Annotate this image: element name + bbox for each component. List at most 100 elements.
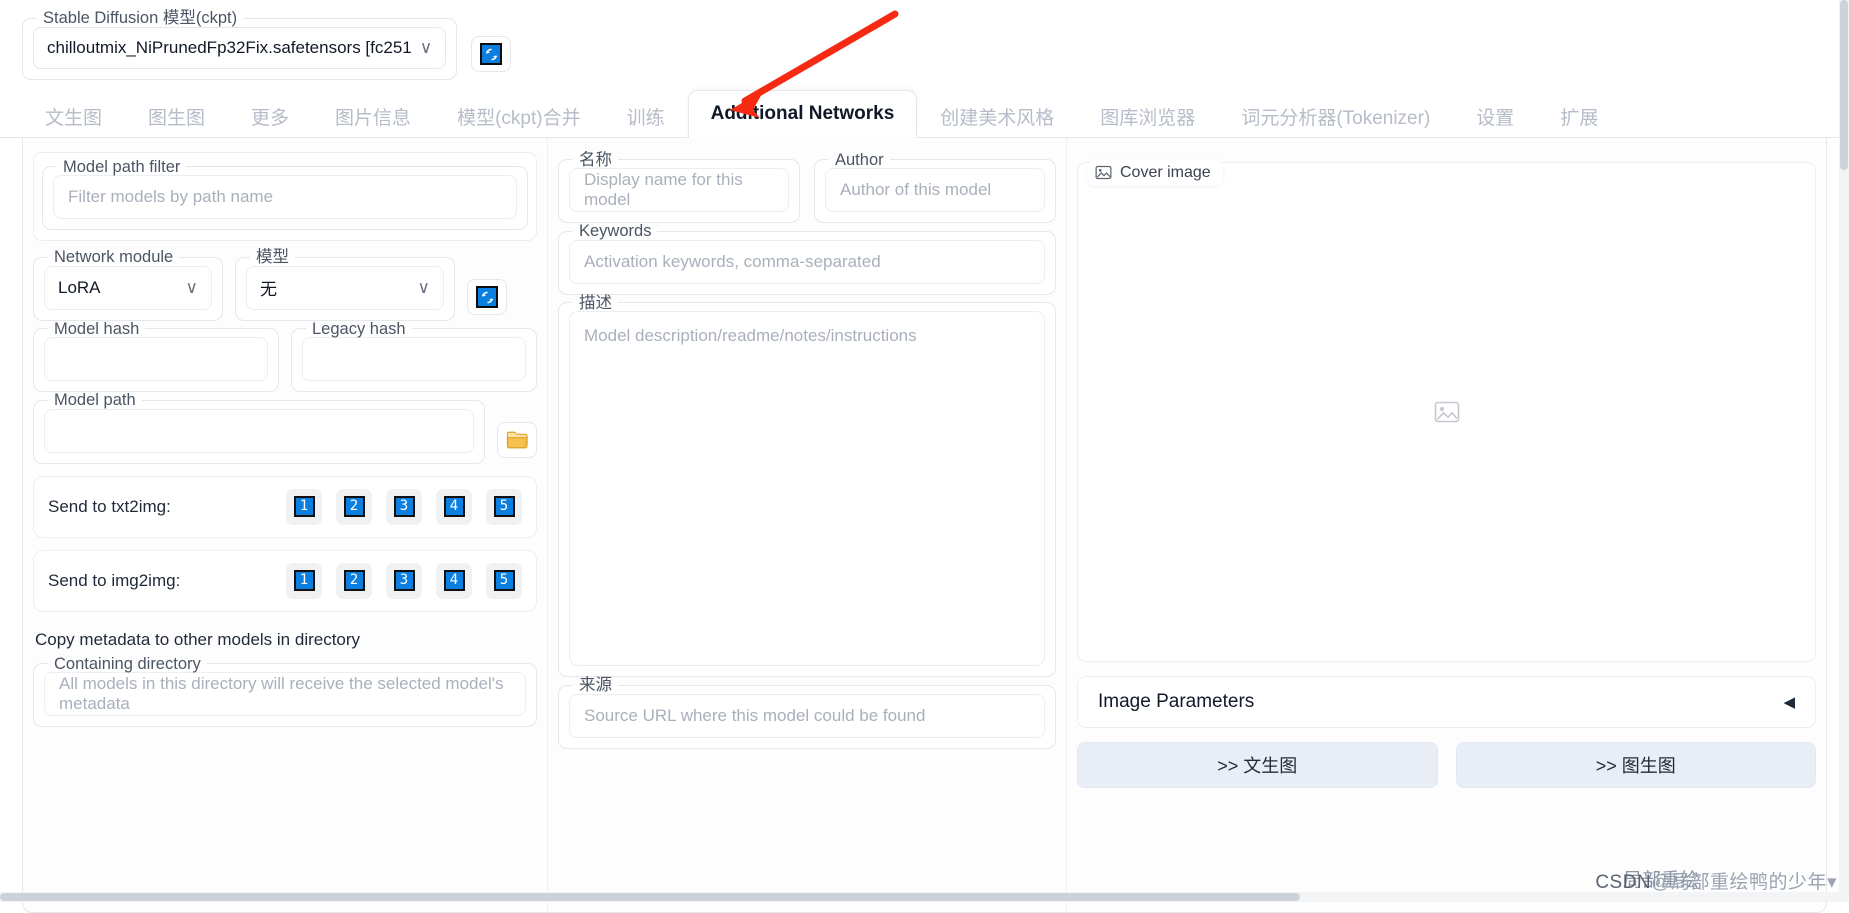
source-placeholder: Source URL where this model could be fou…	[584, 705, 926, 725]
legacy-hash-field: Legacy hash	[291, 320, 537, 392]
send-to-txt2img-button[interactable]: >> 文生图	[1077, 741, 1438, 788]
send-txt2img-slot-2[interactable]: 2	[336, 488, 372, 525]
source-field: 来源 Source URL where this model could be …	[558, 677, 1056, 749]
tab-tokenizer[interactable]: 词元分析器(Tokenizer)	[1218, 95, 1453, 137]
network-module-legend: Network module	[54, 248, 174, 266]
tab-label: 更多	[251, 107, 290, 129]
source-input[interactable]: Source URL where this model could be fou…	[569, 693, 1045, 738]
tab-train[interactable]: 训练	[604, 95, 688, 137]
send-to-txt2img-button-label: >> 文生图	[1217, 755, 1298, 776]
tab-label: 模型(ckpt)合并	[457, 107, 581, 129]
tab-label: 训练	[626, 107, 665, 129]
model-name-placeholder: Display name for this model	[584, 170, 743, 209]
send-img2img-slot-4[interactable]: 4	[436, 562, 472, 599]
model-name-legend: 名称	[579, 150, 612, 169]
tab-label: 创建美术风格	[940, 107, 1055, 129]
checkpoint-value: chilloutmix_NiPrunedFp32Fix.safetensors …	[47, 37, 412, 57]
send-to-txt2img-row: Send to txt2img: 1 2 3 4 5	[33, 475, 537, 538]
tab-label: 图库浏览器	[1100, 107, 1196, 129]
tab-txt2img[interactable]: 文生图	[22, 95, 125, 137]
vertical-scrollbar-thumb[interactable]	[1840, 0, 1848, 170]
model-path-filter-legend: Model path filter	[63, 157, 181, 176]
model-hash-field: Model hash	[33, 319, 279, 392]
tab-img2img[interactable]: 图生图	[125, 95, 228, 137]
chevron-down-icon: ∨	[419, 37, 433, 57]
tab-label: 扩展	[1560, 107, 1599, 129]
tab-create-art-style[interactable]: 创建美术风格	[917, 95, 1077, 137]
send-to-img2img-button-label: >> 图生图	[1595, 755, 1676, 776]
containing-directory-placeholder: All models in this directory will receiv…	[59, 674, 504, 713]
folder-icon	[506, 431, 528, 449]
send-txt2img-slot-4[interactable]: 4	[436, 488, 472, 525]
slot-number: 5	[493, 496, 515, 517]
send-img2img-slot-3[interactable]: 3	[386, 562, 422, 599]
chevron-down-icon: ∨	[185, 277, 198, 297]
send-txt2img-slot-1[interactable]: 1	[286, 488, 322, 525]
containing-directory-input[interactable]: All models in this directory will receiv…	[44, 672, 526, 716]
network-module-select[interactable]: LoRA ∨	[44, 265, 212, 310]
send-txt2img-slot-5[interactable]: 5	[486, 488, 522, 525]
tab-checkpoint-merger[interactable]: 模型(ckpt)合并	[434, 95, 604, 137]
cover-image-label: Cover image	[1120, 163, 1211, 181]
tab-settings[interactable]: 设置	[1453, 95, 1537, 137]
model-path-filter-input[interactable]: Filter models by path name	[53, 175, 517, 219]
description-textarea[interactable]: Model description/readme/notes/instructi…	[569, 311, 1045, 666]
caret-left-icon: ◀	[1783, 693, 1795, 711]
cover-image-tag: Cover image	[1087, 159, 1223, 186]
refresh-icon	[480, 43, 503, 65]
legacy-hash-input[interactable]	[302, 337, 526, 381]
refresh-icon	[476, 286, 498, 308]
model-select-legend: 模型	[256, 248, 289, 266]
model-select-field: 模型 无 ∨	[235, 249, 455, 321]
send-img2img-slot-1[interactable]: 1	[286, 562, 322, 599]
browse-folder-button[interactable]	[497, 422, 537, 458]
send-to-img2img-label: Send to img2img:	[48, 570, 181, 590]
send-to-img2img-button[interactable]: >> 图生图	[1455, 741, 1816, 788]
copy-metadata-title: Copy metadata to other models in directo…	[35, 629, 361, 649]
image-placeholder-icon	[1434, 401, 1459, 422]
middle-column: 名称 Display name for this model Author Au…	[548, 137, 1067, 912]
send-img2img-slot-2[interactable]: 2	[336, 562, 372, 599]
refresh-models-button[interactable]	[467, 279, 507, 315]
image-icon	[1095, 165, 1112, 180]
send-to-img2img-row: Send to img2img: 1 2 3 4 5	[33, 549, 537, 612]
model-select[interactable]: 无 ∨	[246, 265, 444, 310]
model-hash-legend: Model hash	[54, 319, 140, 338]
keywords-input[interactable]: Activation keywords, comma-separated	[569, 239, 1045, 284]
image-parameters-accordion[interactable]: Image Parameters ◀	[1077, 675, 1816, 728]
model-hash-input[interactable]	[44, 337, 268, 381]
model-path-row: Model path	[33, 392, 537, 464]
tab-label: 词元分析器(Tokenizer)	[1241, 107, 1431, 129]
checkpoint-bar: Stable Diffusion 模型(ckpt) chilloutmix_Ni…	[0, 0, 1849, 80]
model-path-input[interactable]	[44, 408, 474, 453]
tab-bar: 文生图 图生图 更多 图片信息 模型(ckpt)合并 训练 Additional…	[0, 10, 1849, 138]
send-txt2img-slot-3[interactable]: 3	[386, 488, 422, 525]
refresh-checkpoints-button[interactable]	[471, 36, 512, 72]
checkpoint-fieldset: Stable Diffusion 模型(ckpt) chilloutmix_Ni…	[22, 9, 458, 80]
model-path-legend: Model path	[54, 391, 136, 409]
keywords-placeholder: Activation keywords, comma-separated	[584, 251, 881, 271]
model-name-input[interactable]: Display name for this model	[569, 168, 789, 212]
horizontal-scrollbar[interactable]	[0, 892, 1849, 902]
cover-image-dropzone[interactable]	[1077, 161, 1816, 662]
tab-image-browser[interactable]: 图库浏览器	[1077, 95, 1218, 137]
send-to-img2img-buttons: 1 2 3 4 5	[286, 562, 522, 599]
send-img2img-slot-5[interactable]: 5	[486, 562, 522, 599]
tab-extensions[interactable]: 扩展	[1537, 95, 1621, 137]
tab-label: 设置	[1476, 107, 1515, 129]
model-author-input[interactable]: Author of this model	[825, 168, 1045, 212]
checkpoint-select[interactable]: chilloutmix_NiPrunedFp32Fix.safetensors …	[33, 26, 447, 69]
slot-number: 5	[493, 570, 515, 591]
vertical-scrollbar[interactable]	[1839, 0, 1849, 902]
slot-number: 2	[343, 496, 365, 517]
send-to-txt2img-label: Send to txt2img:	[48, 496, 171, 516]
model-path-filter-placeholder: Filter models by path name	[68, 187, 274, 206]
slot-number: 2	[343, 570, 365, 591]
tab-additional-networks[interactable]: Additional Networks	[687, 89, 918, 138]
keywords-field: Keywords Activation keywords, comma-sepa…	[558, 223, 1056, 295]
tab-png-info[interactable]: 图片信息	[312, 95, 434, 137]
send-buttons-row: >> 文生图 >> 图生图	[1077, 741, 1816, 788]
horizontal-scrollbar-thumb[interactable]	[0, 893, 1300, 901]
checkpoint-legend: Stable Diffusion 模型(ckpt)	[43, 9, 238, 27]
tab-extras[interactable]: 更多	[228, 95, 312, 137]
